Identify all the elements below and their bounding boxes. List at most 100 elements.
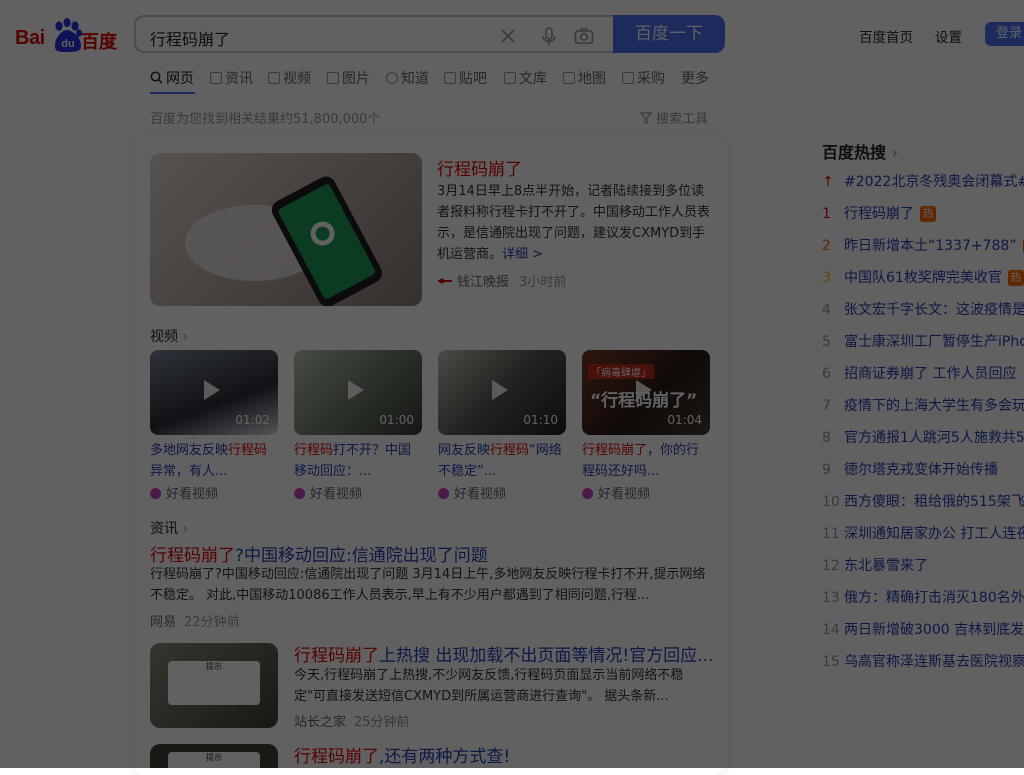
- video-source-name: 好看视频: [454, 487, 507, 502]
- hot-rank: 14: [822, 622, 840, 638]
- news-abstract: 行程码崩了?中国移动回应:信通院出现了问题 3月14日上午,多地网友反映行程卡打…: [150, 567, 706, 603]
- tab-zhidao[interactable]: 知道: [386, 68, 429, 88]
- search-box[interactable]: 行程码崩了: [134, 15, 614, 53]
- hot-item[interactable]: 5 富士康深圳工厂暂停生产iPho: [822, 331, 1024, 351]
- news-section-label: 资讯: [150, 521, 178, 537]
- news-source: 网易: [150, 615, 177, 630]
- hot-list-header[interactable]: 百度热搜 ›: [822, 139, 898, 163]
- tab-more[interactable]: 更多: [681, 68, 709, 88]
- news-title[interactable]: 行程码崩了上热搜 出现加载不出页面等情况!官方回应...: [294, 641, 713, 666]
- video-caption[interactable]: 网友反映行程码“网络不稳定”...: [438, 440, 566, 482]
- settings-link[interactable]: 设置: [935, 26, 962, 46]
- tab-shopping[interactable]: 采购: [622, 68, 665, 88]
- tab-label: 文库: [519, 71, 547, 87]
- tab-news[interactable]: 资讯: [210, 68, 253, 88]
- news-title[interactable]: 行程码崩了?中国移动回应:信通院出现了问题: [150, 541, 488, 566]
- video-thumbnail[interactable]: 「病毒肆虐」 “行程码崩了” 01:04: [582, 350, 710, 435]
- tab-wenku[interactable]: 文库: [504, 68, 547, 88]
- tab-map[interactable]: 地图: [563, 68, 606, 88]
- hot-item-text: 富士康深圳工厂暂停生产iPho: [844, 334, 1024, 350]
- video-thumbnail[interactable]: 01:00: [294, 350, 422, 435]
- tab-web[interactable]: 网页: [150, 68, 194, 88]
- tab-video[interactable]: 视频: [268, 68, 311, 88]
- hot-item[interactable]: 3 中国队61枚奖牌完美收官热: [822, 267, 1024, 287]
- video-caption[interactable]: 行程码打不开？中国移动回应：...: [294, 440, 422, 482]
- video-source: 好看视频: [150, 483, 218, 502]
- result-meta: 钱江晚报 3小时前: [437, 271, 566, 290]
- chevron-right-icon: ›: [182, 521, 189, 537]
- detail-link[interactable]: 详细 >: [502, 247, 543, 262]
- hot-item[interactable]: 9 德尔塔克戎变体开始传播: [822, 459, 998, 479]
- search-input[interactable]: 行程码崩了: [150, 26, 230, 50]
- home-link[interactable]: 百度首页: [859, 26, 913, 46]
- hot-item[interactable]: 14 两日新增破3000 吉林到底发生: [822, 619, 1024, 639]
- hot-item[interactable]: 10 西方傻眼：租给俄的515架飞: [822, 491, 1024, 511]
- hot-item[interactable]: 7 疫情下的上海大学生有多会玩: [822, 395, 1024, 415]
- video-duration: 01:02: [235, 413, 270, 427]
- result-title-text: 行程码崩了: [437, 160, 522, 180]
- result-title[interactable]: 行程码崩了: [437, 155, 522, 180]
- video-section-label: 视频: [150, 329, 178, 345]
- clear-icon[interactable]: [498, 26, 518, 46]
- tab-tieba[interactable]: 贴吧: [444, 68, 487, 88]
- hot-item[interactable]: ↑ #2022北京冬残奥会闭幕式#: [822, 171, 1024, 191]
- result-abstract: 3月14日早上8点半开始，记者陆续接到多位读者报料称行程卡打不开了。中国移动工作…: [437, 181, 713, 265]
- news-thumbnail[interactable]: 提示: [150, 643, 278, 728]
- tab-label: 资讯: [225, 71, 253, 87]
- hot-rank: 4: [822, 302, 831, 318]
- hot-item-text: 疫情下的上海大学生有多会玩: [844, 398, 1024, 414]
- hot-item-text: 俄方：精确打击消灭180名外国: [844, 590, 1024, 606]
- tab-label: 视频: [283, 71, 311, 87]
- news-section-header[interactable]: 资讯 ›: [150, 518, 188, 538]
- baidu-logo[interactable]: Bai du 百度: [15, 18, 120, 54]
- camera-icon[interactable]: [574, 26, 594, 46]
- video-duration: 01:04: [667, 413, 702, 427]
- news-thumbnail[interactable]: 提示: [150, 744, 278, 768]
- tab-label: 更多: [681, 71, 709, 87]
- video-section-header[interactable]: 视频 ›: [150, 326, 188, 346]
- hot-item[interactable]: 1 行程码崩了热: [822, 203, 936, 223]
- hot-rank: 5: [822, 334, 831, 350]
- news-title-highlight: 行程码崩了: [150, 546, 235, 566]
- video-duration: 01:10: [523, 413, 558, 427]
- microphone-icon[interactable]: [539, 26, 559, 46]
- video-thumbnail[interactable]: 01:10: [438, 350, 566, 435]
- news-title[interactable]: 行程码崩了,还有两种方式查!: [294, 742, 510, 767]
- tab-image[interactable]: 图片: [327, 68, 370, 88]
- news-source: 站长之家: [294, 715, 347, 730]
- thumb-dialog-title: 提示: [206, 662, 222, 671]
- document-icon: [504, 72, 516, 84]
- video-source: 好看视频: [438, 483, 506, 502]
- caption-text: 异常，有人...: [150, 464, 228, 479]
- video-thumbnail[interactable]: 01:02: [150, 350, 278, 435]
- haokan-logo-icon: [294, 488, 305, 499]
- result-count: 百度为您找到相关结果约51,800,000个: [150, 112, 381, 127]
- search-tools-button[interactable]: 搜索工具: [639, 108, 708, 127]
- hot-badge: 热: [1007, 270, 1024, 286]
- hot-item[interactable]: 8 官方通报1人跳河5人施救共5: [822, 427, 1024, 447]
- caption-text: 多地网友反映: [150, 443, 229, 458]
- hot-item[interactable]: 11 深圳通知居家办公 打工人连夜: [822, 523, 1024, 543]
- shopping-icon: [622, 72, 634, 84]
- result-thumbnail[interactable]: [150, 153, 422, 306]
- map-icon: [563, 72, 575, 84]
- hot-rank: 3: [822, 270, 831, 286]
- hot-item[interactable]: 15 乌高官称泽连斯基去医院视察: [822, 651, 1024, 671]
- hot-list-title: 百度热搜: [822, 143, 887, 162]
- hot-item[interactable]: 13 俄方：精确打击消灭180名外国: [822, 587, 1024, 607]
- hot-item-text: 张文宏千字长文：这波疫情是: [844, 302, 1024, 318]
- hot-item[interactable]: 4 张文宏千字长文：这波疫情是: [822, 299, 1024, 319]
- image-icon: [327, 72, 339, 84]
- tab-label: 地图: [578, 71, 606, 87]
- video-caption[interactable]: 多地网友反映行程码异常，有人...: [150, 440, 278, 482]
- hot-item[interactable]: 12 东北暴雪来了: [822, 555, 928, 575]
- search-button[interactable]: 百度一下: [613, 15, 725, 53]
- hot-item-text: 德尔塔克戎变体开始传播: [844, 462, 998, 478]
- hot-item[interactable]: 2昨日新增本土“1337+788”热: [822, 235, 1024, 255]
- abstract-text: 3月14日早上8点半开始，记者陆续接到多位读者报料称行程卡打不开了。中国移动工作…: [437, 184, 711, 262]
- login-button[interactable]: 登录: [985, 22, 1024, 46]
- video-caption[interactable]: 行程码崩了，你的行程码还好吗...: [582, 440, 710, 482]
- video-source: 好看视频: [294, 483, 362, 502]
- hot-item-text: #2022北京冬残奥会闭幕式#: [844, 174, 1024, 190]
- hot-item[interactable]: 6 招商证券崩了 工作人员回应: [822, 363, 1016, 383]
